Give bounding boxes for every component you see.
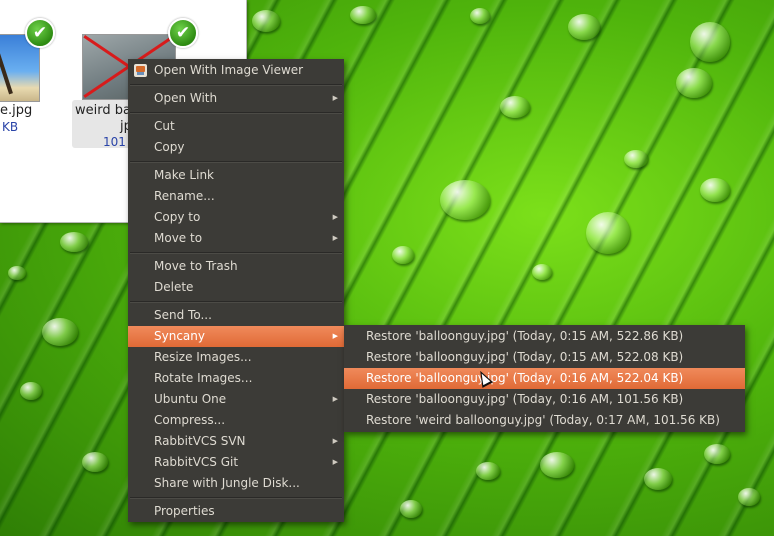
sync-check-icon: ✔ [168, 18, 198, 48]
submenu-item-restore[interactable]: Restore 'balloonguy.jpg' (Today, 0:15 AM… [344, 326, 745, 347]
menu-item-rename[interactable]: Rename... [128, 186, 344, 207]
context-menu: Open With Image Viewer Open With ▶ Cut C… [128, 59, 344, 522]
menu-item-share-with-jungle-disk[interactable]: Share with Jungle Disk... [128, 473, 344, 494]
menu-item-copy-to[interactable]: Copy to ▶ [128, 207, 344, 228]
menu-separator [130, 497, 342, 499]
water-drop [738, 488, 760, 506]
water-drop [440, 180, 490, 220]
menu-item-label: Make Link [154, 168, 214, 182]
triangle-right-icon: ▶ [332, 234, 338, 242]
file-name: e.jpg [0, 103, 33, 118]
submenu-item-restore[interactable]: Restore 'balloonguy.jpg' (Today, 0:16 AM… [344, 368, 745, 389]
water-drop [500, 96, 530, 118]
water-drop [676, 68, 712, 98]
menu-item-move-to-trash[interactable]: Move to Trash [128, 256, 344, 277]
submenu-item-label: Restore 'weird balloonguy.jpg' (Today, 0… [366, 413, 720, 427]
submenu-item-label: Restore 'balloonguy.jpg' (Today, 0:15 AM… [366, 329, 684, 343]
menu-item-label: Rotate Images... [154, 371, 253, 385]
menu-item-label: Properties [154, 504, 215, 518]
menu-item-label: Copy [154, 140, 185, 154]
water-drop [42, 318, 78, 346]
menu-item-label: Open With Image Viewer [154, 63, 304, 77]
menu-item-delete[interactable]: Delete [128, 277, 344, 298]
menu-item-label: Ubuntu One [154, 392, 227, 406]
triangle-right-icon: ▶ [332, 332, 338, 340]
menu-item-rotate-images[interactable]: Rotate Images... [128, 368, 344, 389]
menu-separator [130, 84, 342, 86]
menu-item-label: Copy to [154, 210, 201, 224]
triangle-right-icon: ▶ [332, 94, 338, 102]
menu-separator [130, 112, 342, 114]
file-size: KB [2, 120, 19, 134]
menu-item-cut[interactable]: Cut [128, 116, 344, 137]
menu-separator [130, 301, 342, 303]
sync-check-icon: ✔ [25, 18, 55, 48]
water-drop [470, 8, 490, 24]
file-size: 101 [103, 135, 126, 149]
menu-item-label: Resize Images... [154, 350, 252, 364]
menu-item-label: Move to Trash [154, 259, 238, 273]
menu-item-label: Syncany [154, 329, 205, 343]
water-drop [532, 264, 552, 280]
water-drop [624, 150, 648, 168]
menu-item-label: Rename... [154, 189, 215, 203]
menu-separator [130, 252, 342, 254]
water-drop [700, 178, 730, 202]
water-drop [540, 452, 574, 478]
menu-item-ubuntu-one[interactable]: Ubuntu One ▶ [128, 389, 344, 410]
water-drop [60, 232, 88, 252]
water-drop [392, 246, 414, 264]
submenu-item-label: Restore 'balloonguy.jpg' (Today, 0:16 AM… [366, 371, 684, 385]
menu-item-label: Move to [154, 231, 203, 245]
menu-item-copy[interactable]: Copy [128, 137, 344, 158]
submenu-item-label: Restore 'balloonguy.jpg' (Today, 0:15 AM… [366, 350, 684, 364]
menu-item-send-to[interactable]: Send To... [128, 305, 344, 326]
menu-item-syncany[interactable]: Syncany ▶ [128, 326, 344, 347]
menu-item-label: Send To... [154, 308, 212, 322]
menu-item-rabbitvcs-git[interactable]: RabbitVCS Git ▶ [128, 452, 344, 473]
menu-item-move-to[interactable]: Move to ▶ [128, 228, 344, 249]
file-name-line1: weird ba [75, 103, 131, 118]
water-drop [8, 266, 26, 280]
water-drop [644, 468, 672, 490]
triangle-right-icon: ▶ [332, 213, 338, 221]
menu-item-label: Delete [154, 280, 194, 294]
menu-item-open-with[interactable]: Open With ▶ [128, 88, 344, 109]
menu-item-compress[interactable]: Compress... [128, 410, 344, 431]
water-drop [400, 500, 422, 518]
menu-item-label: Open With [154, 91, 218, 105]
menu-item-open-with-image-viewer[interactable]: Open With Image Viewer [128, 60, 344, 81]
water-drop [350, 6, 376, 24]
water-drop [476, 462, 500, 480]
submenu-item-label: Restore 'balloonguy.jpg' (Today, 0:16 AM… [366, 392, 684, 406]
water-drop [704, 444, 730, 464]
menu-item-label: RabbitVCS SVN [154, 434, 246, 448]
submenu-item-restore[interactable]: Restore 'balloonguy.jpg' (Today, 0:15 AM… [344, 347, 745, 368]
water-drop [586, 212, 630, 254]
water-drop [82, 452, 108, 472]
image-viewer-icon [134, 64, 147, 77]
menu-item-label: Cut [154, 119, 175, 133]
submenu-item-restore[interactable]: Restore 'balloonguy.jpg' (Today, 0:16 AM… [344, 389, 745, 410]
triangle-right-icon: ▶ [332, 458, 338, 466]
menu-item-label: RabbitVCS Git [154, 455, 239, 469]
menu-item-label: Share with Jungle Disk... [154, 476, 300, 490]
water-drop [690, 22, 730, 62]
water-drop [252, 10, 280, 32]
menu-item-label: Compress... [154, 413, 226, 427]
syncany-submenu: Restore 'balloonguy.jpg' (Today, 0:15 AM… [344, 325, 745, 432]
triangle-right-icon: ▶ [332, 437, 338, 445]
menu-item-rabbitvcs-svn[interactable]: RabbitVCS SVN ▶ [128, 431, 344, 452]
menu-separator [130, 161, 342, 163]
menu-item-properties[interactable]: Properties [128, 501, 344, 522]
water-drop [20, 382, 42, 400]
submenu-item-restore[interactable]: Restore 'weird balloonguy.jpg' (Today, 0… [344, 410, 745, 431]
menu-item-resize-images[interactable]: Resize Images... [128, 347, 344, 368]
triangle-right-icon: ▶ [332, 395, 338, 403]
menu-item-make-link[interactable]: Make Link [128, 165, 344, 186]
water-drop [568, 14, 600, 40]
